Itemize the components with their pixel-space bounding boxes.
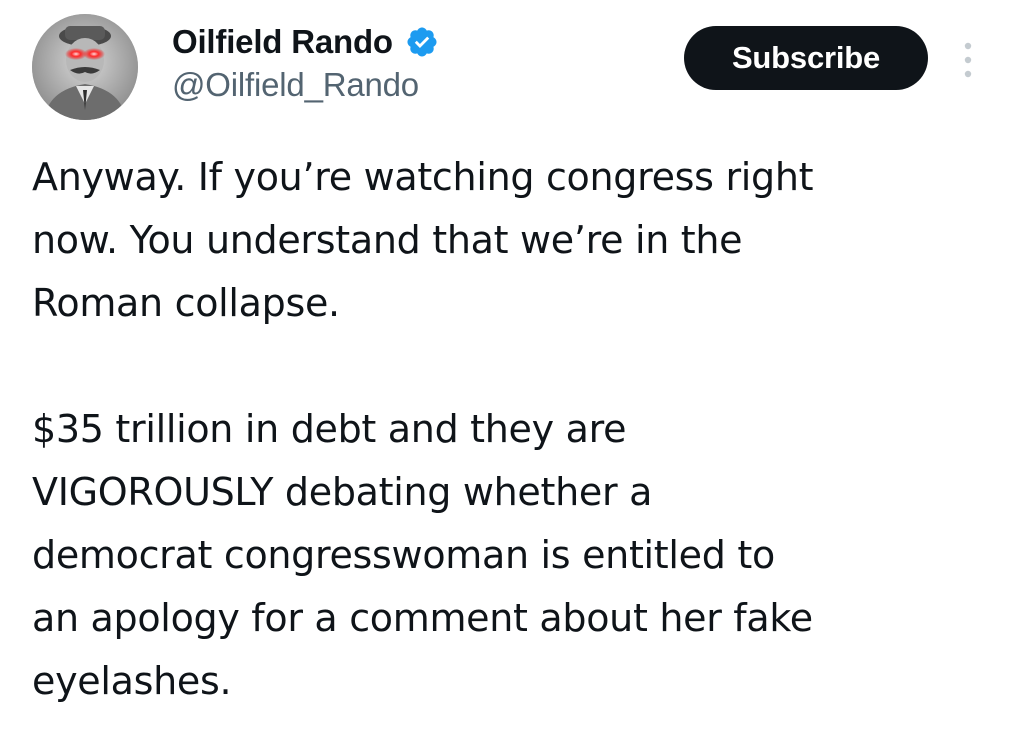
author-handle[interactable]: @Oilfield_Rando	[172, 66, 419, 104]
subscribe-button[interactable]: Subscribe	[684, 26, 928, 90]
avatar-portrait-image	[32, 14, 138, 120]
more-vertical-icon[interactable]	[958, 38, 978, 82]
tweet-text: Anyway. If you’re watching congress righ…	[32, 146, 992, 713]
tweet-card: Oilfield Rando @Oilfield_Rando Subscribe…	[0, 0, 1024, 741]
tweet-paragraph: Anyway. If you’re watching congress righ…	[32, 155, 814, 325]
author-name-row: Oilfield Rando	[172, 20, 439, 64]
verified-badge-icon	[405, 25, 439, 59]
tweet-paragraph: $35 trillion in debt and they are VIGORO…	[32, 407, 813, 703]
avatar[interactable]	[32, 14, 138, 120]
author-display-name[interactable]: Oilfield Rando	[172, 23, 393, 61]
